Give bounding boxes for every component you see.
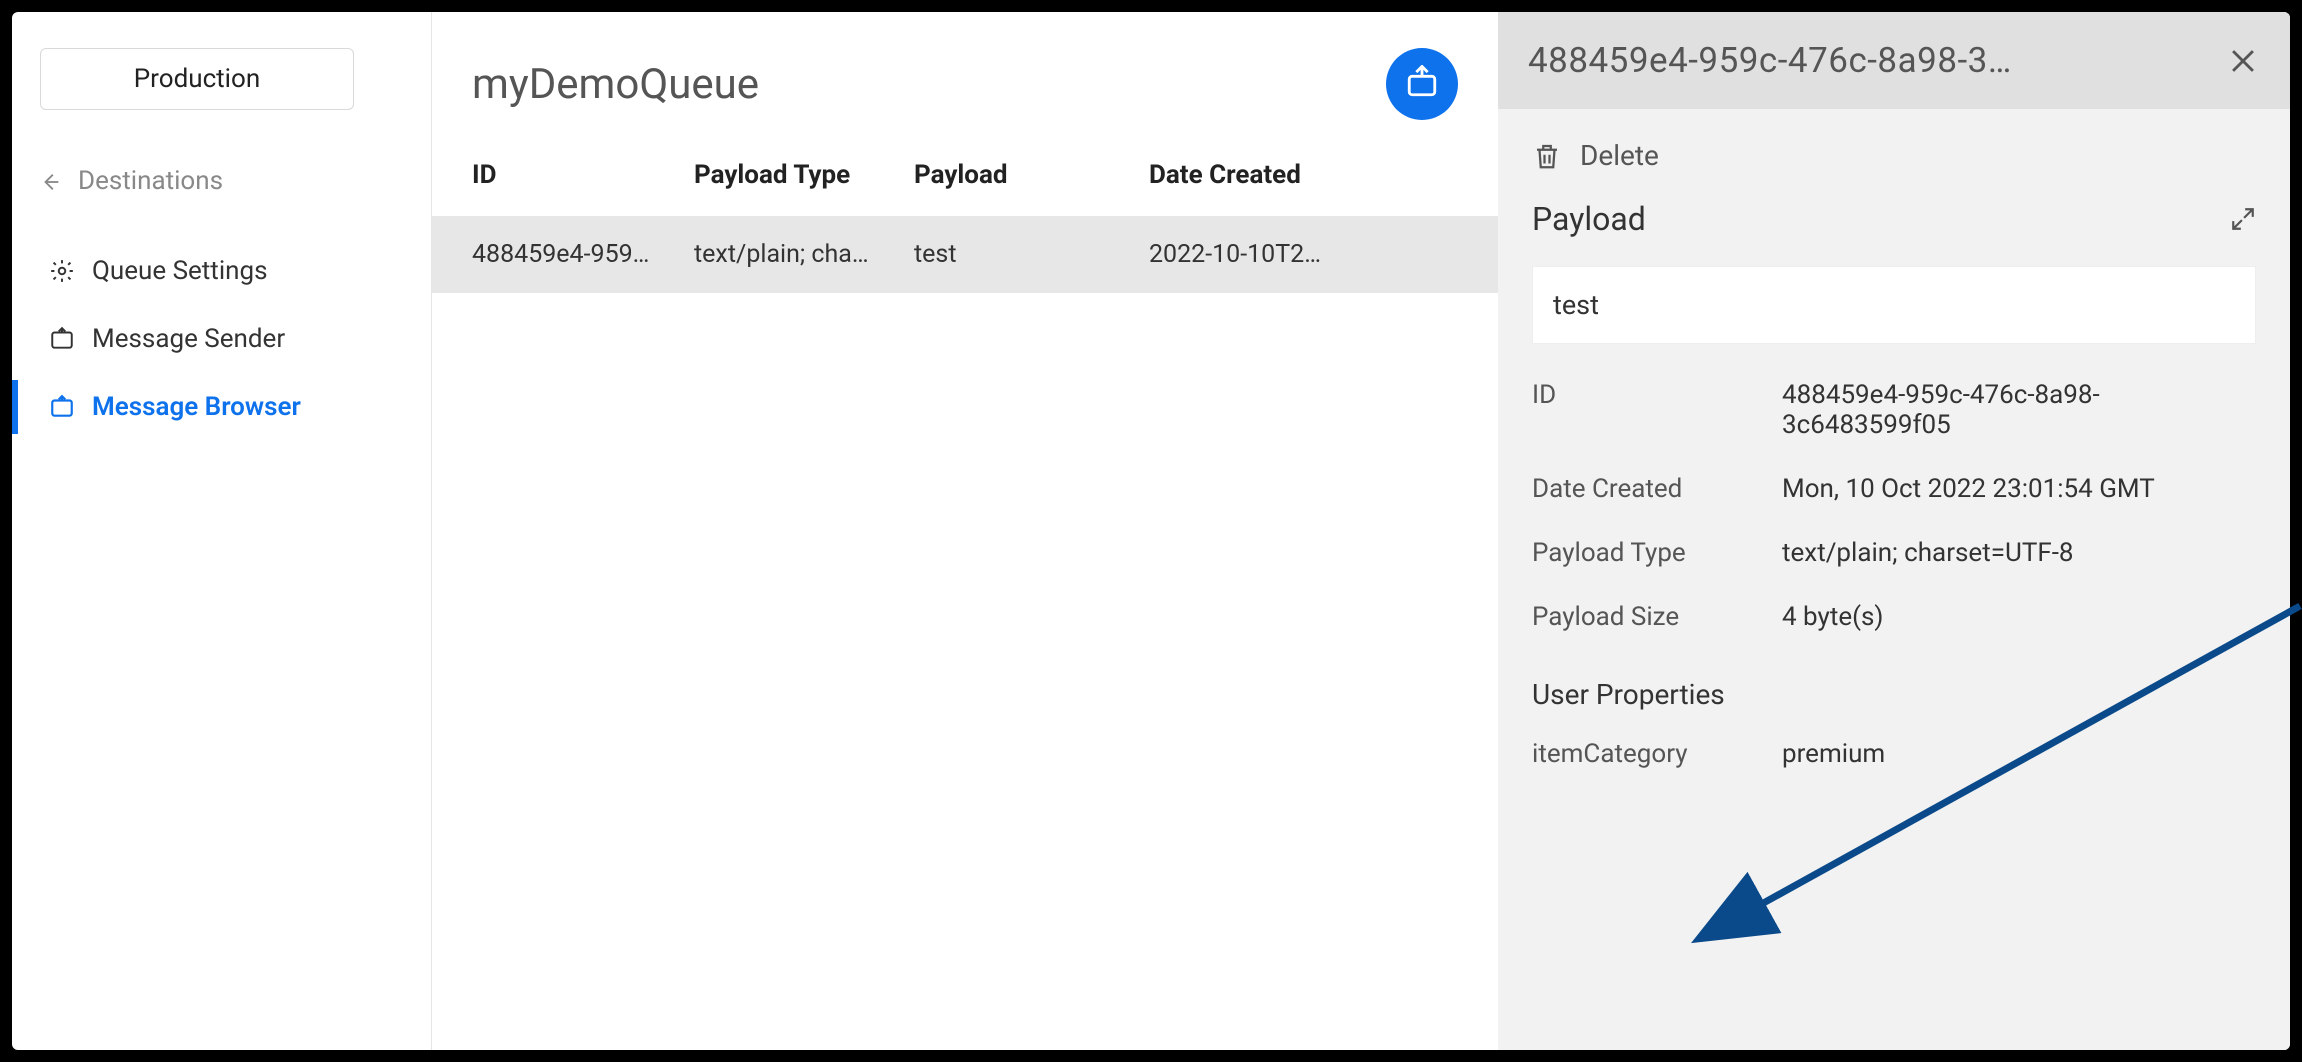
app-window: Production Destinations Queue Settings M…	[12, 12, 2290, 1050]
user-property-key: itemCategory	[1532, 739, 1782, 769]
meta-row-payload-type: Payload Type text/plain; charset=UTF-8	[1532, 538, 2256, 568]
trash-icon	[1532, 141, 1562, 171]
column-header-id[interactable]: ID	[472, 160, 694, 190]
close-icon	[2226, 63, 2260, 82]
browse-icon	[48, 393, 76, 421]
sidebar-item-label: Message Browser	[92, 392, 301, 422]
delete-label: Delete	[1580, 139, 1659, 172]
main-content: myDemoQueue ID Payload Type Payload Date…	[432, 12, 1498, 1050]
cell-date-created: 2022-10-10T2…	[1149, 240, 1359, 269]
queue-title: myDemoQueue	[472, 60, 759, 109]
metadata-list: ID 488459e4-959c-476c-8a98-3c6483599f05 …	[1532, 380, 2256, 632]
cell-payload: test	[914, 240, 1149, 269]
sidebar-item-queue-settings[interactable]: Queue Settings	[40, 244, 403, 298]
meta-value: Mon, 10 Oct 2022 23:01:54 GMT	[1782, 474, 2256, 504]
meta-key: Payload Size	[1532, 602, 1782, 632]
close-panel-button[interactable]	[2226, 44, 2260, 78]
send-message-icon	[1405, 65, 1439, 103]
meta-row-date-created: Date Created Mon, 10 Oct 2022 23:01:54 G…	[1532, 474, 2256, 504]
meta-row-id: ID 488459e4-959c-476c-8a98-3c6483599f05	[1532, 380, 2256, 440]
meta-value: 4 byte(s)	[1782, 602, 2256, 632]
meta-value: text/plain; charset=UTF-8	[1782, 538, 2256, 568]
sidebar-item-label: Queue Settings	[92, 256, 268, 286]
expand-payload-button[interactable]	[2230, 206, 2256, 232]
arrow-left-icon	[40, 170, 62, 192]
sidebar-item-message-sender[interactable]: Message Sender	[40, 312, 403, 366]
delete-message-button[interactable]: Delete	[1532, 139, 2256, 172]
sidebar-item-message-browser[interactable]: Message Browser	[40, 380, 403, 434]
meta-key: Date Created	[1532, 474, 1782, 504]
back-destinations-link[interactable]: Destinations	[40, 166, 403, 196]
sidebar-nav: Queue Settings Message Sender Message Br…	[40, 244, 403, 434]
column-header-date-created[interactable]: Date Created	[1149, 160, 1359, 190]
column-header-payload-type[interactable]: Payload Type	[694, 160, 914, 190]
back-destinations-label: Destinations	[78, 166, 223, 196]
meta-row-payload-size: Payload Size 4 byte(s)	[1532, 602, 2256, 632]
detail-panel: 488459e4-959c-476c-8a98-3… Delete Payloa…	[1498, 12, 2290, 1050]
user-properties-title: User Properties	[1532, 678, 2256, 711]
column-header-payload[interactable]: Payload	[914, 160, 1149, 190]
main-header: myDemoQueue	[432, 48, 1498, 160]
send-message-button[interactable]	[1386, 48, 1458, 120]
panel-header: 488459e4-959c-476c-8a98-3…	[1498, 12, 2290, 109]
meta-key: Payload Type	[1532, 538, 1782, 568]
meta-value: 488459e4-959c-476c-8a98-3c6483599f05	[1782, 380, 2256, 440]
user-property-row: itemCategory premium	[1532, 739, 2256, 769]
payload-value-box: test	[1532, 266, 2256, 344]
expand-icon	[2230, 217, 2256, 236]
sidebar: Production Destinations Queue Settings M…	[12, 12, 432, 1050]
table-header: ID Payload Type Payload Date Created	[432, 160, 1498, 216]
payload-section-header: Payload	[1532, 200, 2256, 238]
user-property-value: premium	[1782, 739, 2256, 769]
meta-key: ID	[1532, 380, 1782, 440]
sidebar-item-label: Message Sender	[92, 324, 285, 354]
environment-selector[interactable]: Production	[40, 48, 354, 110]
table-row[interactable]: 488459e4-959… text/plain; cha… test 2022…	[432, 216, 1498, 293]
gear-icon	[48, 257, 76, 285]
messages-table: ID Payload Type Payload Date Created 488…	[432, 160, 1498, 293]
panel-body: Delete Payload test ID 488459e4-959c-476…	[1498, 109, 2290, 799]
cell-id: 488459e4-959…	[472, 240, 694, 269]
cell-payload-type: text/plain; cha…	[694, 240, 914, 269]
payload-section-title: Payload	[1532, 200, 1646, 238]
panel-title: 488459e4-959c-476c-8a98-3…	[1528, 40, 2226, 81]
send-icon	[48, 325, 76, 353]
